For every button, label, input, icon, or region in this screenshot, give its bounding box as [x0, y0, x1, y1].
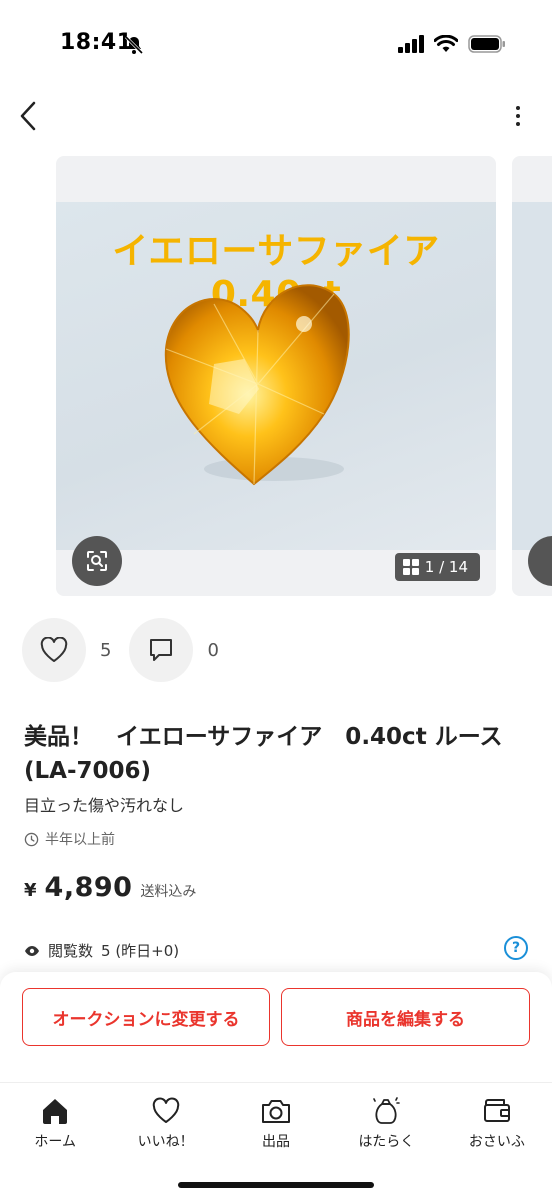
grid-icon	[402, 559, 419, 575]
image-search-button[interactable]	[72, 536, 122, 586]
status-bar: 18:41	[0, 0, 552, 90]
wallet-icon	[483, 1099, 510, 1122]
heart-icon	[152, 1097, 179, 1123]
more-dot-icon	[516, 122, 520, 126]
posted-time-row: 半年以上前	[24, 829, 115, 849]
price: 4,890	[44, 872, 133, 903]
shipping-label: 送料込み	[140, 884, 197, 900]
like-button[interactable]	[22, 618, 86, 682]
nav-wallet-label: おさいふ	[468, 1134, 525, 1150]
home-icon	[43, 1099, 68, 1124]
clock-icon	[24, 832, 39, 846]
reaction-bar: 5 0	[22, 618, 237, 682]
change-to-auction-button[interactable]: オークションに変更する	[22, 988, 270, 1046]
item-condition: 目立った傷や汚れなし	[24, 796, 185, 815]
more-dot-icon	[516, 114, 520, 118]
comment-icon	[150, 639, 173, 661]
nav-work-label: はたらく	[358, 1134, 415, 1150]
image-carousel[interactable]: イエローサファイア 0.40ct 1 / 14	[0, 156, 552, 596]
back-button[interactable]	[14, 98, 42, 134]
more-dot-icon	[516, 106, 520, 110]
scan-icon	[87, 551, 107, 571]
views-row: 閲覧数 5 (昨日+0)	[24, 940, 179, 961]
nav-home-label: ホーム	[34, 1134, 76, 1150]
money-bag-icon	[373, 1097, 401, 1124]
comment-count: 0	[207, 639, 219, 661]
help-icon[interactable]: ?	[504, 936, 528, 960]
battery-icon	[468, 35, 505, 53]
edit-item-button[interactable]: 商品を編集する	[281, 988, 530, 1046]
nav-home[interactable]: ホーム	[0, 1083, 110, 1200]
image-counter-text: 1 / 14	[424, 558, 468, 576]
next-photo-preview[interactable]	[512, 156, 552, 596]
action-panel: オークションに変更する 商品を編集する	[0, 972, 552, 1082]
price-row: ¥ 4,890 送料込み	[24, 872, 196, 903]
comment-button[interactable]	[129, 618, 194, 682]
status-time: 18:41	[60, 30, 133, 55]
camera-icon	[262, 1100, 291, 1123]
item-title: 美品！ イエローサファイア 0.40ct ルース (LA-7006)	[24, 724, 503, 784]
chevron-left-icon	[20, 101, 36, 131]
heart-icon	[40, 637, 68, 662]
nav-likes-label: いいね！	[137, 1134, 194, 1150]
views-value: 5 (昨日+0)	[101, 942, 180, 960]
currency-symbol: ¥	[24, 880, 37, 901]
posted-time: 半年以上前	[45, 832, 115, 848]
image-counter[interactable]: 1 / 14	[394, 553, 480, 581]
nav-sell-label: 出品	[262, 1134, 291, 1150]
bell-muted-icon	[124, 35, 144, 55]
product-photo[interactable]: イエローサファイア 0.40ct 1 / 14	[56, 156, 496, 596]
wifi-icon	[434, 35, 458, 52]
views-label: 閲覧数	[48, 942, 94, 960]
home-indicator	[178, 1182, 374, 1188]
eye-icon	[25, 945, 39, 956]
signal-icon	[398, 35, 424, 53]
next-photo-background	[512, 202, 552, 550]
nav-wallet[interactable]: おさいふ	[442, 1083, 552, 1200]
status-icons	[398, 35, 506, 53]
like-count: 5	[100, 639, 112, 661]
more-options-button[interactable]	[508, 100, 528, 132]
heart-gem-image	[164, 284, 350, 486]
